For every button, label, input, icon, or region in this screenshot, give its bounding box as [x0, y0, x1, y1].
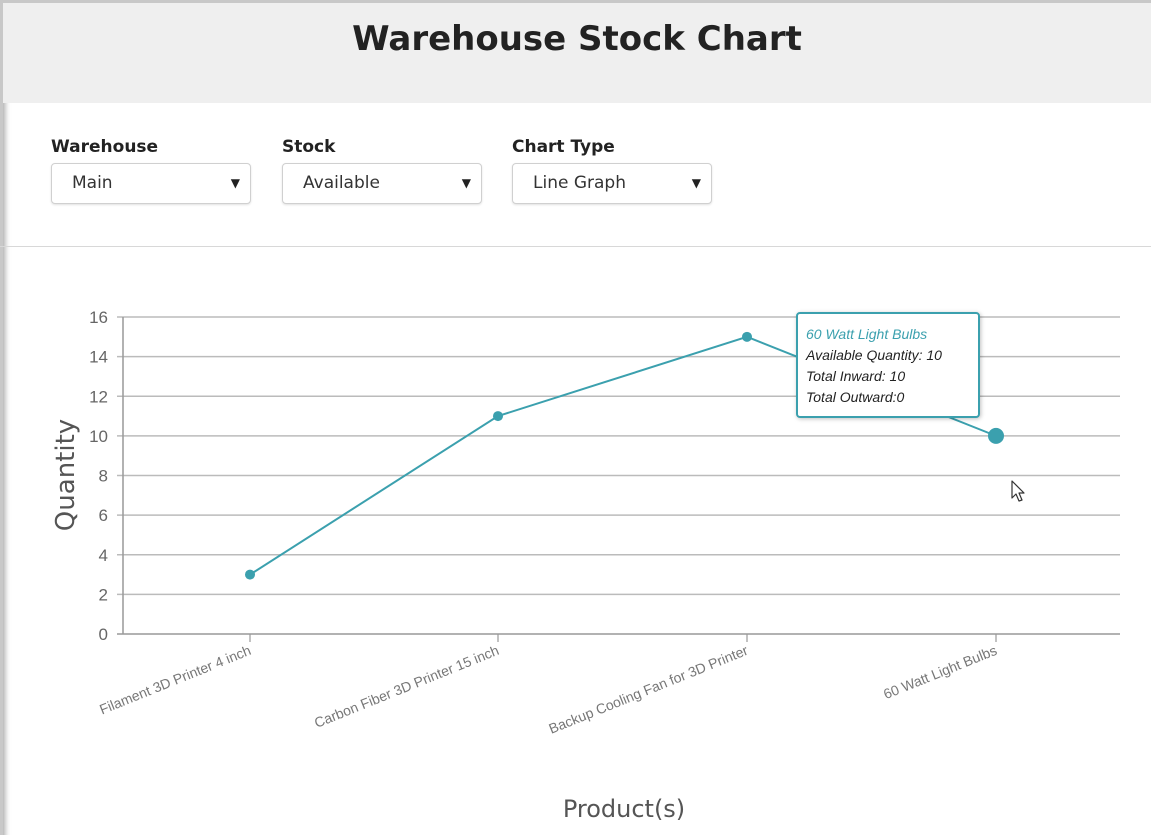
- chart-type-select-value: Line Graph: [533, 173, 626, 193]
- warehouse-label: Warehouse: [51, 137, 159, 157]
- y-tick-label: 2: [99, 585, 108, 604]
- chart-tooltip: 60 Watt Light Bulbs Available Quantity: …: [796, 312, 980, 418]
- chart-type-select[interactable]: Line Graph ▼: [512, 163, 712, 204]
- warehouse-filter: Warehouse Main ▼: [51, 137, 251, 204]
- y-axis-title: Quantity: [51, 419, 81, 531]
- y-tick-label: 10: [89, 427, 108, 446]
- y-tick-label: 14: [89, 348, 108, 367]
- y-tick-label: 16: [89, 308, 108, 327]
- y-tick-label: 0: [99, 625, 108, 644]
- data-point: [988, 427, 1004, 444]
- x-tick-label: Filament 3D Printer 4 inch: [97, 642, 253, 717]
- tooltip-total-inward: Total Inward: 10: [806, 368, 906, 384]
- x-axis-title: Product(s): [563, 795, 685, 823]
- warehouse-select-value: Main: [72, 173, 113, 193]
- stock-select[interactable]: Available ▼: [282, 163, 482, 204]
- chart-type-filter: Chart Type Line Graph ▼: [512, 137, 712, 204]
- chevron-down-icon: ▼: [691, 176, 701, 190]
- chart-type-label: Chart Type: [512, 137, 615, 157]
- tooltip-available-quantity: Available Quantity: 10: [806, 347, 942, 363]
- page-header: Warehouse Stock Chart: [3, 3, 1151, 103]
- data-point: [493, 411, 503, 422]
- filter-bar: Warehouse Main ▼ Stock Available ▼ Chart…: [0, 103, 1151, 246]
- page-title: Warehouse Stock Chart: [352, 19, 802, 59]
- data-point: [245, 569, 255, 580]
- warehouse-select[interactable]: Main ▼: [51, 163, 251, 204]
- y-tick-label: 12: [89, 387, 108, 406]
- y-tick-label: 8: [99, 467, 108, 486]
- stock-label: Stock: [282, 137, 336, 157]
- tooltip-title: 60 Watt Light Bulbs: [806, 326, 928, 342]
- y-tick-label: 6: [99, 506, 108, 525]
- stock-select-value: Available: [303, 173, 380, 193]
- mouse-pointer-icon: [1011, 480, 1025, 502]
- x-tick-label: Carbon Fiber 3D Printer 15 inch: [312, 642, 501, 731]
- x-tick-label: Backup Cooling Fan for 3D Printer: [546, 642, 750, 737]
- chevron-down-icon: ▼: [230, 176, 240, 190]
- tooltip-total-outward: Total Outward:0: [806, 389, 905, 405]
- data-point: [742, 331, 752, 342]
- y-tick-label: 4: [99, 546, 108, 565]
- chevron-down-icon: ▼: [461, 176, 471, 190]
- stock-filter: Stock Available ▼: [282, 137, 482, 204]
- x-tick-label: 60 Watt Light Bulbs: [881, 642, 999, 702]
